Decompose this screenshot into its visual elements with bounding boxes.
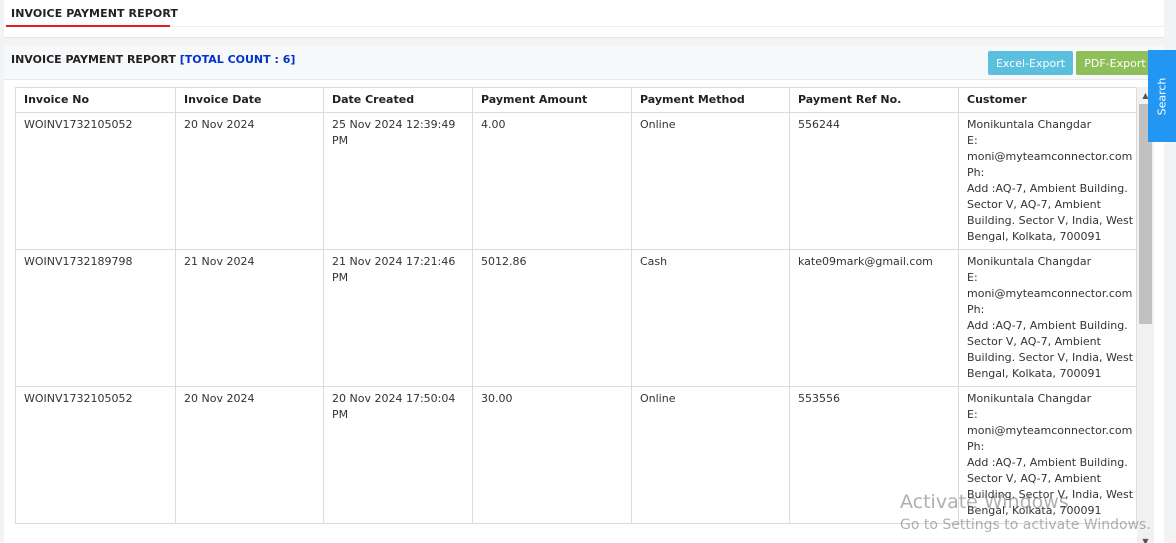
column-header-customer[interactable]: Customer [958, 87, 1137, 113]
table-row: WOINV1732189798 21 Nov 2024 21 Nov 2024 … [15, 249, 1137, 387]
page-title: INVOICE PAYMENT REPORT [11, 7, 179, 20]
customer-phone-label: Ph: [967, 440, 985, 453]
table-vertical-scrollbar[interactable]: ▲ ▼ [1137, 87, 1154, 543]
report-panel-header: INVOICE PAYMENT REPORT [TOTAL COUNT : 6]… [4, 46, 1164, 80]
invoice-no-cell: WOINV1732105052 [15, 112, 176, 250]
column-header-invoice-no[interactable]: Invoice No [15, 87, 176, 113]
customer-address-line: Sector V, AQ-7, Ambient [967, 472, 1101, 485]
customer-address-line: Add :AQ-7, Ambient Building. [967, 319, 1128, 332]
customer-address-line: Add :AQ-7, Ambient Building. [967, 182, 1128, 195]
customer-cell: Monikuntala Changdar E: moni@myteamconne… [958, 386, 1137, 524]
report-table-container[interactable]: Invoice No Invoice Date Date Created Pay… [15, 87, 1154, 543]
payment-ref-cell: kate09mark@gmail.com [789, 249, 959, 387]
customer-cell: Monikuntala Changdar E: moni@myteamconne… [958, 249, 1137, 387]
search-side-tab[interactable]: Search [1148, 50, 1176, 142]
column-header-invoice-date[interactable]: Invoice Date [175, 87, 324, 113]
report-panel: INVOICE PAYMENT REPORT [TOTAL COUNT : 6]… [4, 46, 1164, 543]
customer-email-label: E: [967, 271, 978, 284]
customer-address-line: Bengal, Kolkata, 700091 [967, 230, 1102, 243]
customer-email: moni@myteamconnector.com [967, 287, 1133, 300]
header-divider [4, 26, 1164, 27]
date-created-cell: 25 Nov 2024 12:39:49 PM [323, 112, 473, 250]
customer-address-line: Bengal, Kolkata, 700091 [967, 504, 1102, 517]
report-title-text: INVOICE PAYMENT REPORT [11, 53, 176, 66]
customer-name: Monikuntala Changdar [967, 255, 1092, 268]
payment-amount-cell: 30.00 [472, 386, 632, 524]
customer-name: Monikuntala Changdar [967, 118, 1092, 131]
customer-phone-label: Ph: [967, 166, 985, 179]
table-row: WOINV1732105052 20 Nov 2024 20 Nov 2024 … [15, 386, 1137, 524]
customer-email-label: E: [967, 134, 978, 147]
payment-amount-cell: 4.00 [472, 112, 632, 250]
column-header-date-created[interactable]: Date Created [323, 87, 473, 113]
payment-ref-cell: 556244 [789, 112, 959, 250]
invoice-date-cell: 21 Nov 2024 [175, 249, 324, 387]
customer-email-label: E: [967, 408, 978, 421]
customer-address-line: Sector V, AQ-7, Ambient [967, 335, 1101, 348]
customer-address-line: Building. Sector V, India, West [967, 351, 1134, 364]
customer-name: Monikuntala Changdar [967, 392, 1092, 405]
payment-method-cell: Online [631, 112, 790, 250]
table-row: WOINV1732105052 20 Nov 2024 25 Nov 2024 … [15, 112, 1137, 250]
date-created-cell: 20 Nov 2024 17:50:04 PM [323, 386, 473, 524]
column-header-payment-amount[interactable]: Payment Amount [472, 87, 632, 113]
customer-email: moni@myteamconnector.com [967, 424, 1133, 437]
invoice-date-cell: 20 Nov 2024 [175, 112, 324, 250]
invoice-no-cell: WOINV1732189798 [15, 249, 176, 387]
customer-address-line: Bengal, Kolkata, 700091 [967, 367, 1102, 380]
date-created-cell: 21 Nov 2024 17:21:46 PM [323, 249, 473, 387]
customer-address-line: Building. Sector V, India, West [967, 214, 1134, 227]
invoice-date-cell: 20 Nov 2024 [175, 386, 324, 524]
payment-amount-cell: 5012.86 [472, 249, 632, 387]
customer-email: moni@myteamconnector.com [967, 150, 1133, 163]
column-header-payment-ref[interactable]: Payment Ref No. [789, 87, 959, 113]
payment-method-cell: Cash [631, 249, 790, 387]
table-header-row: Invoice No Invoice Date Date Created Pay… [15, 87, 1137, 113]
pdf-export-button[interactable]: PDF-Export [1076, 51, 1154, 75]
total-count-label: [TOTAL COUNT : 6] [179, 53, 296, 66]
column-header-payment-method[interactable]: Payment Method [631, 87, 790, 113]
invoice-no-cell: WOINV1732105052 [15, 386, 176, 524]
customer-address-line: Sector V, AQ-7, Ambient [967, 198, 1101, 211]
customer-phone-label: Ph: [967, 303, 985, 316]
report-title: INVOICE PAYMENT REPORT [TOTAL COUNT : 6] [11, 53, 295, 66]
payment-method-cell: Online [631, 386, 790, 524]
page-header: INVOICE PAYMENT REPORT [4, 0, 1164, 38]
invoice-payment-table: Invoice No Invoice Date Date Created Pay… [15, 87, 1137, 524]
customer-cell: Monikuntala Changdar E: moni@myteamconne… [958, 112, 1137, 250]
customer-address-line: Add :AQ-7, Ambient Building. [967, 456, 1128, 469]
triangle-down-icon[interactable]: ▼ [1137, 535, 1154, 543]
excel-export-button[interactable]: Excel-Export [988, 51, 1073, 75]
payment-ref-cell: 553556 [789, 386, 959, 524]
customer-address-line: Building. Sector V, India, West [967, 488, 1134, 501]
search-tab-label: Search [1155, 77, 1169, 115]
active-title-underline [6, 25, 170, 27]
